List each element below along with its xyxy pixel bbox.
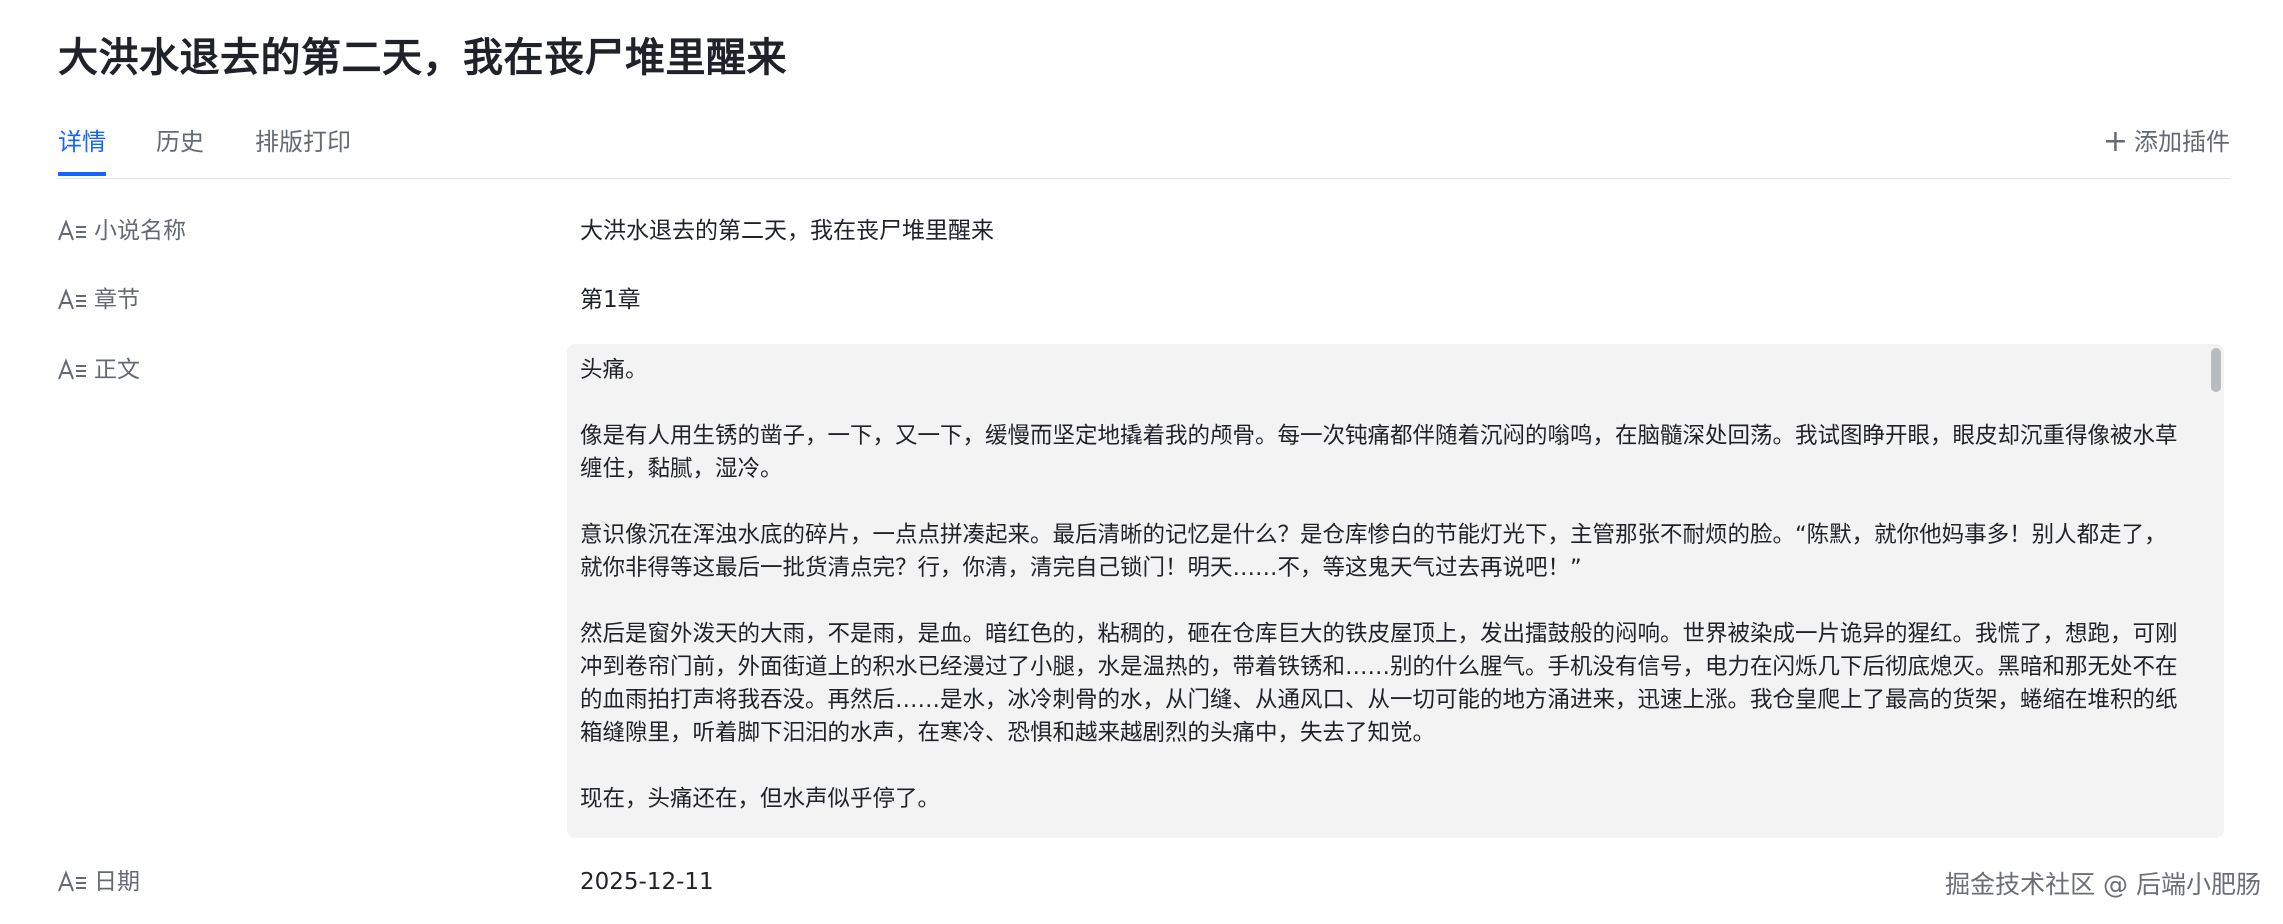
text-field-icon bbox=[58, 358, 86, 380]
add-plugin-label: 添加插件 bbox=[2134, 128, 2230, 156]
field-label-body: 正文 bbox=[58, 354, 140, 386]
body-text-content: 头痛。 像是有人用生锈的凿子，一下，又一下，缓慢而坚定地撬着我的颅骨。每一次钝痛… bbox=[580, 354, 2180, 838]
text-field-icon bbox=[58, 219, 86, 241]
plus-icon: + bbox=[2102, 124, 2128, 159]
tab-details[interactable]: 详情 bbox=[58, 118, 106, 176]
watermark: 掘金技术社区 @ 后端小肥肠 bbox=[1945, 870, 2261, 899]
field-value-chapter[interactable]: 第1章 bbox=[580, 284, 641, 316]
field-value-novel-name[interactable]: 大洪水退去的第二天，我在丧尸堆里醒来 bbox=[580, 215, 994, 247]
field-label-chapter: 章节 bbox=[58, 284, 140, 316]
text-field-icon bbox=[58, 288, 86, 310]
field-label-text: 正文 bbox=[94, 357, 140, 383]
field-label-novel-name: 小说名称 bbox=[58, 215, 186, 247]
body-text-area[interactable]: 头痛。 像是有人用生锈的凿子，一下，又一下，缓慢而坚定地撬着我的颅骨。每一次钝痛… bbox=[567, 344, 2224, 838]
body-paragraph: 意识像沉在浑浊水底的碎片，一点点拼凑起来。最后清晰的记忆是什么？是仓库惨白的节能… bbox=[580, 522, 2167, 581]
page-title: 大洪水退去的第二天，我在丧尸堆里醒来 bbox=[58, 35, 787, 81]
field-label-text: 日期 bbox=[94, 869, 140, 895]
field-value-date[interactable]: 2025-12-11 bbox=[580, 866, 714, 898]
body-paragraph: 现在，头痛还在，但水声似乎停了。 bbox=[580, 786, 941, 812]
field-label-text: 小说名称 bbox=[94, 218, 186, 244]
body-paragraph: 头痛。 bbox=[580, 357, 648, 383]
tab-layout-print[interactable]: 排版打印 bbox=[255, 118, 351, 175]
tab-history[interactable]: 历史 bbox=[156, 118, 204, 175]
body-scrollbar-thumb[interactable] bbox=[2211, 348, 2221, 392]
text-field-icon bbox=[58, 870, 86, 892]
record-detail-page: 大洪水退去的第二天，我在丧尸堆里醒来 详情 历史 排版打印 + 添加插件 小说名… bbox=[0, 0, 2283, 924]
tab-bar: 详情 历史 排版打印 + 添加插件 bbox=[58, 118, 2230, 179]
body-paragraph: 像是有人用生锈的凿子，一下，又一下，缓慢而坚定地撬着我的颅骨。每一次钝痛都伴随着… bbox=[580, 423, 2178, 482]
field-label-text: 章节 bbox=[94, 287, 140, 313]
add-plugin-button[interactable]: + 添加插件 bbox=[2103, 118, 2230, 166]
field-label-date: 日期 bbox=[58, 866, 140, 898]
body-paragraph: 然后是窗外泼天的大雨，不是雨，是血。暗红色的，粘稠的，砸在仓库巨大的铁皮屋顶上，… bbox=[580, 621, 2178, 746]
